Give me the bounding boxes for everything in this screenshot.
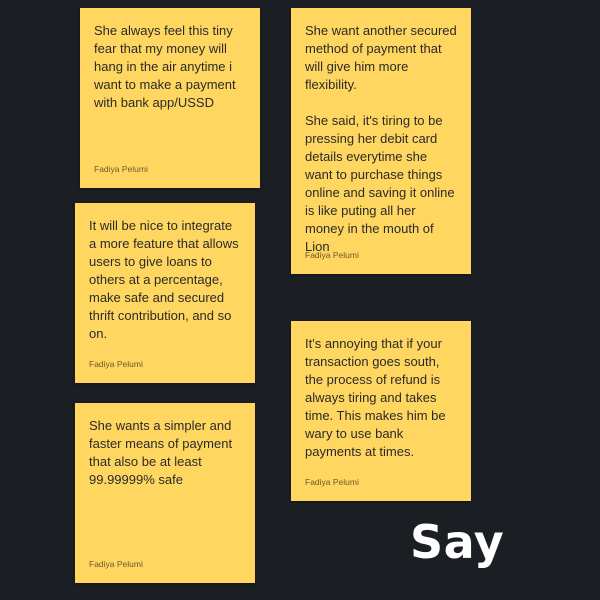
note-text: She want another secured method of payme… (305, 23, 457, 254)
note-text: It will be nice to integrate a more feat… (89, 218, 239, 341)
sticky-note[interactable]: She always feel this tiny fear that my m… (80, 8, 260, 188)
say-board: She always feel this tiny fear that my m… (0, 0, 600, 600)
note-text: It's annoying that if your transaction g… (305, 336, 446, 459)
note-author: Fadiya Pelumi (305, 477, 359, 487)
section-label: Say (410, 515, 505, 569)
sticky-note[interactable]: She wants a simpler and faster means of … (75, 403, 255, 583)
note-author: Fadiya Pelumi (89, 559, 143, 569)
note-text: She always feel this tiny fear that my m… (94, 23, 236, 110)
note-author: Fadiya Pelumi (89, 359, 143, 369)
sticky-note[interactable]: She want another secured method of payme… (291, 8, 471, 274)
sticky-note[interactable]: It will be nice to integrate a more feat… (75, 203, 255, 383)
sticky-note[interactable]: It's annoying that if your transaction g… (291, 321, 471, 501)
note-author: Fadiya Pelumi (94, 164, 148, 174)
note-author: Fadiya Pelumi (305, 250, 359, 260)
note-text: She wants a simpler and faster means of … (89, 418, 233, 487)
